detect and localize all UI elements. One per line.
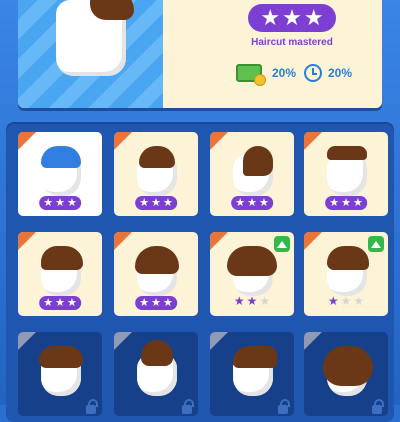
haircut-preview: [50, 0, 134, 82]
haircut-card-brown-bun[interactable]: [114, 332, 198, 416]
rating-stars: ★ ★ ★: [39, 296, 81, 310]
rating-stars: ★ ★ ★: [135, 296, 177, 310]
star-icon: ★: [259, 294, 271, 308]
haircut-icon: [313, 346, 379, 398]
haircut-card-brown-short[interactable]: ★ ★ ★: [114, 132, 198, 216]
rating-stars: ★ ★ ★: [231, 196, 273, 210]
haircut-card-brown-wave[interactable]: ★ ★ ★: [18, 232, 102, 316]
star-icon: ★: [260, 5, 281, 30]
haircut-card-brown-swoop[interactable]: [210, 332, 294, 416]
haircut-icon: [123, 146, 189, 198]
lock-icon: [372, 399, 384, 414]
star-icon: ★: [340, 294, 352, 308]
star-icon: ★: [246, 294, 258, 308]
haircut-card-brown-long[interactable]: [304, 332, 388, 416]
star-icon: ★: [352, 196, 363, 209]
lock-icon: [86, 399, 98, 414]
star-icon: ★: [66, 196, 77, 209]
time-bonus-value: 20%: [328, 66, 353, 80]
haircut-card-brown-flat[interactable]: ★ ★ ★: [304, 132, 388, 216]
upgrade-arrow-icon: [368, 236, 384, 252]
haircut-icon: [313, 146, 379, 198]
star-icon: ★: [66, 296, 77, 309]
upgrade-arrow-icon: [274, 236, 290, 252]
mastery-caption: Haircut mastered: [251, 37, 333, 48]
haircut-card-brown-spiky[interactable]: ★ ★ ★: [114, 232, 198, 316]
star-icon: ★: [43, 296, 54, 309]
rating-stars: ★ ★ ★: [328, 290, 364, 312]
star-icon: ★: [329, 196, 340, 209]
haircut-icon: [123, 340, 189, 398]
star-icon: ★: [151, 296, 161, 309]
rating-stars: ★ ★ ★: [39, 196, 81, 210]
time-bonus: 20%: [304, 62, 352, 84]
haircut-card-brown-curly[interactable]: ★ ★ ★: [210, 232, 294, 316]
star-icon: ★: [139, 296, 150, 309]
haircut-grid: ★ ★ ★ ★ ★ ★ ★ ★ ★ ★ ★ ★ ★ ★ ★ ★ ★ ★ ★ ★ ★ ★ ★ ★: [6, 122, 394, 422]
star-icon: ★: [341, 196, 351, 209]
lock-icon: [182, 399, 194, 414]
money-bonus-value: 20%: [272, 66, 297, 80]
mastery-stars: ★ ★ ★: [248, 4, 336, 32]
rating-stars: ★ ★ ★: [325, 196, 367, 210]
star-icon: ★: [247, 196, 257, 209]
haircut-card-brown-side[interactable]: ★ ★ ★: [210, 132, 294, 216]
star-icon: ★: [258, 196, 269, 209]
star-icon: ★: [139, 196, 150, 209]
haircut-icon: [219, 346, 285, 398]
star-icon: ★: [55, 296, 65, 309]
star-icon: ★: [162, 196, 173, 209]
star-icon: ★: [303, 5, 324, 30]
clock-icon: [304, 64, 322, 82]
lock-icon: [278, 399, 290, 414]
haircut-icon: [123, 246, 189, 298]
star-icon: ★: [151, 196, 161, 209]
star-icon: ★: [55, 196, 65, 209]
rating-stars: ★ ★ ★: [135, 196, 177, 210]
money-bonus: 20%: [236, 62, 297, 86]
star-icon: ★: [353, 294, 365, 308]
haircut-icon: [27, 146, 93, 198]
star-icon: ★: [235, 196, 246, 209]
star-icon: ★: [282, 5, 302, 30]
haircut-icon: [27, 246, 93, 298]
rating-stars: ★ ★ ★: [234, 290, 270, 312]
haircut-card-brown-parted[interactable]: ★ ★ ★: [304, 232, 388, 316]
star-icon: ★: [162, 296, 173, 309]
star-icon: ★: [43, 196, 54, 209]
haircut-card-blue-quiff[interactable]: ★ ★ ★: [18, 132, 102, 216]
haircut-icon: [27, 346, 93, 398]
star-icon: ★: [233, 294, 245, 308]
haircut-detail-panel: ★ ★ ★ Haircut mastered 20% 20%: [18, 0, 382, 108]
haircut-icon: [219, 146, 285, 198]
preview-backdrop: [18, 0, 163, 108]
cash-coin-icon: [236, 64, 266, 86]
haircut-card-brown-mop[interactable]: [18, 332, 102, 416]
star-icon: ★: [327, 294, 339, 308]
